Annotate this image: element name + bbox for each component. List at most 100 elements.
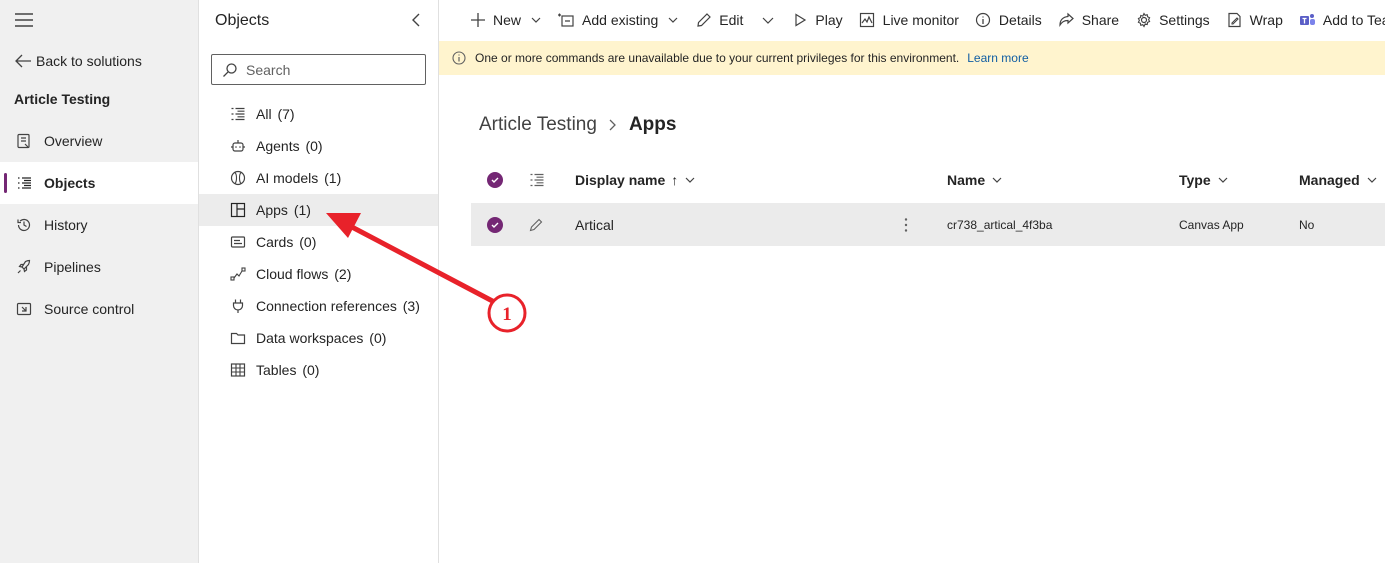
pencil-icon xyxy=(695,12,712,29)
table-icon xyxy=(230,362,246,378)
plug-icon xyxy=(230,298,246,314)
share-button[interactable]: Share xyxy=(1058,12,1119,29)
chevron-down-icon xyxy=(668,17,678,23)
row-edit-button[interactable] xyxy=(529,203,543,246)
objects-item-data-workspaces[interactable]: Data workspaces (0) xyxy=(199,322,438,354)
edit-label: Edit xyxy=(719,12,744,28)
edit-button[interactable]: Edit xyxy=(695,12,743,29)
column-label: Managed xyxy=(1299,172,1360,188)
row-managed: No xyxy=(1299,217,1315,232)
objects-item-label: AI models xyxy=(256,170,319,186)
collapse-panel-chevron-icon[interactable] xyxy=(407,11,425,29)
search-input[interactable] xyxy=(246,61,416,78)
nav-item-pipelines[interactable]: Pipelines xyxy=(0,246,198,288)
add-existing-button[interactable]: Add existing xyxy=(558,12,679,29)
play-button[interactable]: Play xyxy=(791,12,843,29)
overview-icon xyxy=(15,132,33,150)
details-button[interactable]: Details xyxy=(975,12,1042,29)
annotation-badge: 1 xyxy=(487,293,527,333)
nav-item-history[interactable]: History xyxy=(0,204,198,246)
sort-ascending-arrow-icon: ↑ xyxy=(671,172,679,188)
objects-item-apps[interactable]: Apps (1) xyxy=(199,194,438,226)
nav-item-objects[interactable]: Objects xyxy=(0,162,198,204)
table-row[interactable]: Artical cr738_artical_4f3ba Canvas App N… xyxy=(471,203,1385,246)
nav-item-label: Pipelines xyxy=(44,259,101,275)
gear-icon xyxy=(1135,12,1152,29)
objects-search-box[interactable] xyxy=(211,54,426,85)
row-checkbox[interactable] xyxy=(487,203,503,246)
ai-model-icon xyxy=(230,170,246,186)
new-label: New xyxy=(493,12,522,28)
chevron-down-icon xyxy=(762,17,774,24)
column-header-display-name[interactable]: Display name ↑ xyxy=(575,160,696,200)
select-all-checkbox[interactable] xyxy=(487,160,503,200)
add-to-teams-button[interactable]: Add to Tear xyxy=(1299,12,1385,29)
objects-item-tables[interactable]: Tables (0) xyxy=(199,354,438,386)
objects-item-label: Tables xyxy=(256,362,297,378)
objects-item-count: (0) xyxy=(302,362,320,378)
back-link-label: Back to solutions xyxy=(36,53,142,69)
column-options-button[interactable] xyxy=(529,160,545,200)
flow-icon xyxy=(230,266,246,282)
hamburger-menu-icon[interactable] xyxy=(14,12,34,28)
breadcrumb-parent-link[interactable]: Article Testing xyxy=(479,114,597,136)
column-header-name[interactable]: Name xyxy=(947,160,1003,200)
column-label: Type xyxy=(1179,172,1211,188)
objects-item-all[interactable]: All (7) xyxy=(199,98,438,130)
nav-item-source-control[interactable]: Source control xyxy=(0,288,198,330)
live-monitor-button[interactable]: Live monitor xyxy=(859,12,959,29)
back-to-solutions-link[interactable]: Back to solutions xyxy=(14,50,142,72)
chevron-down-icon xyxy=(531,17,541,23)
settings-button[interactable]: Settings xyxy=(1135,12,1210,29)
list-icon xyxy=(230,106,246,122)
objects-item-connection-references[interactable]: Connection references (3) xyxy=(199,290,438,322)
checkmark-icon xyxy=(487,172,503,188)
nav-item-label: History xyxy=(44,217,88,233)
row-display-name-link[interactable]: Artical xyxy=(575,203,614,246)
objects-item-count: (0) xyxy=(299,234,317,250)
objects-item-label: Data workspaces xyxy=(256,330,364,346)
objects-item-ai-models[interactable]: AI models (1) xyxy=(199,162,438,194)
search-icon xyxy=(223,62,237,77)
wrap-icon xyxy=(1226,12,1243,29)
teams-icon xyxy=(1299,12,1316,29)
breadcrumb-current: Apps xyxy=(628,114,677,135)
column-label: Display name xyxy=(575,172,666,188)
objects-item-label: Connection references xyxy=(256,298,397,314)
objects-item-count: (0) xyxy=(305,138,323,154)
left-navigation: Back to solutions Article Testing Overvi… xyxy=(0,0,199,563)
column-header-type[interactable]: Type xyxy=(1179,160,1229,200)
new-button[interactable]: New xyxy=(469,12,542,29)
objects-item-label: Apps xyxy=(256,202,288,218)
edit-dropdown-button[interactable] xyxy=(761,13,775,27)
objects-item-agents[interactable]: Agents (0) xyxy=(199,130,438,162)
live-monitor-label: Live monitor xyxy=(882,12,959,28)
row-name: cr738_artical_4f3ba xyxy=(947,217,1053,232)
folder-icon xyxy=(230,330,246,346)
agent-icon xyxy=(230,138,246,154)
nav-item-label: Objects xyxy=(44,175,96,191)
row-more-options-button[interactable] xyxy=(903,203,909,246)
rocket-icon xyxy=(15,258,33,276)
annotation-number: 1 xyxy=(502,304,512,325)
column-header-managed[interactable]: Managed xyxy=(1299,160,1378,200)
nav-item-overview[interactable]: Overview xyxy=(0,120,198,162)
info-icon xyxy=(452,51,466,65)
plus-icon xyxy=(469,12,486,29)
share-icon xyxy=(1058,12,1075,29)
objects-item-cloud-flows[interactable]: Cloud flows (2) xyxy=(199,258,438,290)
info-icon xyxy=(975,12,992,29)
source-control-icon xyxy=(15,300,33,318)
add-to-teams-label: Add to Tear xyxy=(1322,12,1385,28)
objects-item-count: (0) xyxy=(369,330,387,346)
objects-item-label: All xyxy=(256,106,272,122)
apps-icon xyxy=(230,202,246,218)
wrap-button[interactable]: Wrap xyxy=(1226,12,1283,29)
pencil-icon xyxy=(529,218,543,231)
add-existing-icon xyxy=(558,12,575,29)
checkmark-icon xyxy=(487,216,503,233)
learn-more-link[interactable]: Learn more xyxy=(967,51,1028,65)
objects-item-count: (1) xyxy=(324,170,342,186)
objects-item-cards[interactable]: Cards (0) xyxy=(199,226,438,258)
wrap-label: Wrap xyxy=(1249,12,1283,28)
